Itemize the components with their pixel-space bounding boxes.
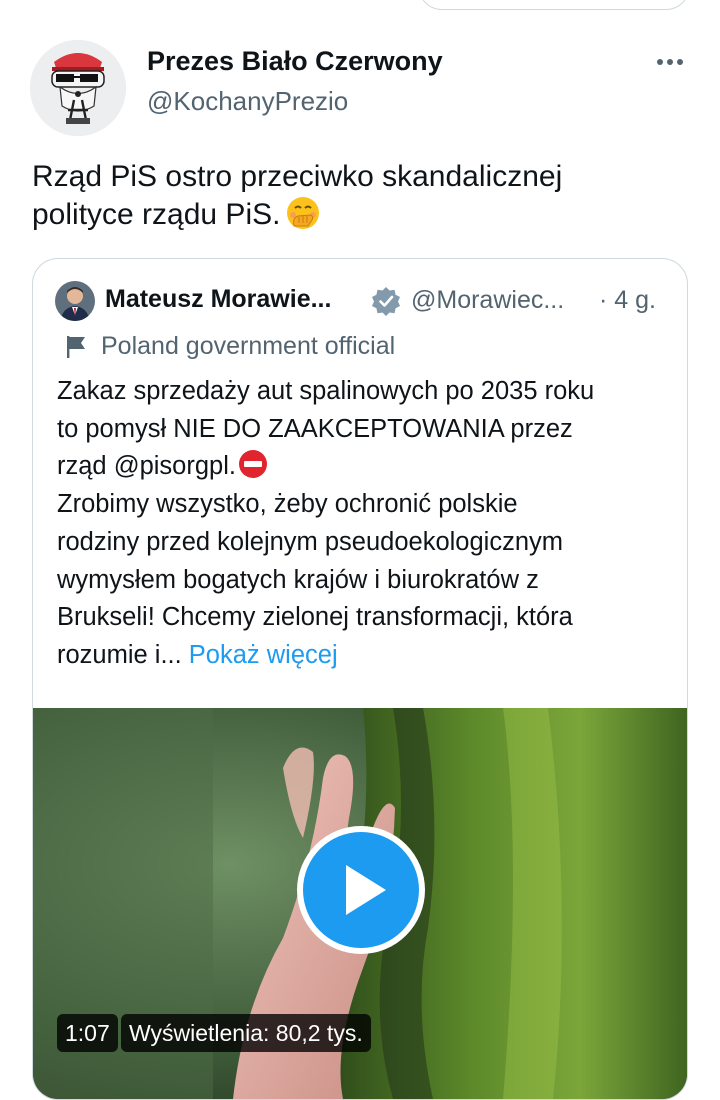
author-handle[interactable]: @KochanyPrezio	[147, 86, 348, 117]
video-views: Wyświetlenia: 80,2 tys.	[121, 1014, 371, 1052]
author-name[interactable]: Prezes Biało Czerwony	[147, 46, 443, 77]
more-options-icon[interactable]	[650, 52, 690, 72]
author-avatar[interactable]	[30, 40, 126, 136]
quote-author-handle[interactable]: @Morawiec...	[411, 286, 564, 315]
flag-icon	[67, 336, 85, 358]
quote-text-line-3: rząd @pisorgpl.	[57, 448, 677, 486]
quote-author-name[interactable]: Mateusz Morawie...	[105, 285, 331, 314]
tweet-text: Rząd PiS ostro przeciwko skandalicznej p…	[32, 158, 682, 234]
quote-text-line: Brukseli! Chcemy zielonej transformacji,…	[57, 603, 573, 632]
quote-author-avatar[interactable]	[55, 281, 95, 321]
quoted-tweet-card[interactable]: Mateusz Morawie... @Morawiec... · 4 g. P…	[32, 258, 688, 1100]
show-more-link[interactable]: Pokaż więcej	[189, 641, 338, 669]
top-pill-button[interactable]	[418, 0, 690, 10]
play-icon[interactable]	[294, 823, 428, 957]
quote-text-line: Zakaz sprzedaży aut spalinowych po 2035 …	[57, 377, 595, 405]
tweet-text-line: Rząd PiS ostro przeciwko skandalicznej	[32, 160, 563, 193]
quote-text: Zakaz sprzedaży aut spalinowych po 2035 …	[57, 373, 677, 675]
quote-text-line: rodziny przed kolejnym pseudoekologiczny…	[57, 527, 564, 556]
tweet-text-line-2: polityce rządu PiS.	[32, 196, 682, 234]
quote-text-line: wymysłem bogatych krajów i biurokratów z	[57, 565, 539, 594]
quote-text-line-last: rozumie i... Pokaż więcej	[57, 640, 338, 669]
face-with-hand-over-mouth-icon	[287, 197, 320, 229]
government-label: Poland government official	[101, 332, 396, 360]
no-entry-icon	[238, 450, 267, 479]
verified-badge-icon	[372, 287, 400, 316]
video-player[interactable]: 1:07 Wyświetlenia: 80,2 tys.	[33, 708, 687, 1099]
video-duration: 1:07	[57, 1014, 118, 1052]
quote-text-line: Zrobimy wszystko, żeby ochronić polskie	[57, 490, 518, 519]
quote-text-line: to pomysł NIE DO ZAAKCEPTOWANIA przez	[57, 414, 573, 443]
quote-timestamp[interactable]: · 4 g.	[599, 286, 656, 315]
